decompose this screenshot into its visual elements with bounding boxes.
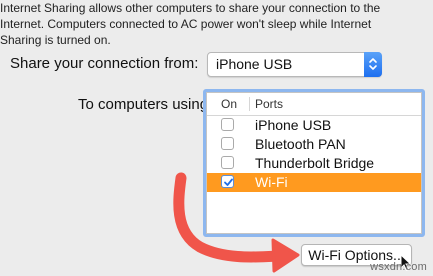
watermark: wsxdn.com (370, 261, 427, 273)
annotation-arrow-icon (173, 172, 300, 273)
